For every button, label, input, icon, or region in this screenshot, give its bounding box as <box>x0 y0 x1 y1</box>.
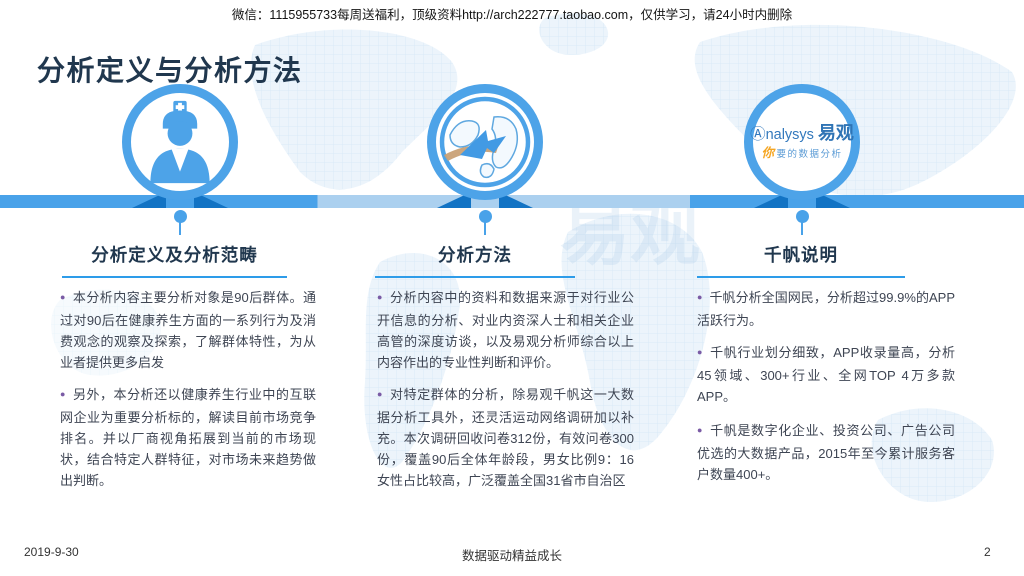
circle-badge-qianfan: Ⓐnalysys 易观 你要的数据分析 <box>744 84 860 200</box>
bullet-dot-icon: ● <box>60 292 66 302</box>
column-body-qianfan: ● 千帆分析全国网民，分析超过99.9%的APP活跃行为。 ● 千帆行业划分细致，A… <box>697 287 955 496</box>
bullet-paragraph: ● 另外，本分析还以健康养生行业中的互联网企业为重要分析标的，解读目前市场竞争排名… <box>60 384 316 491</box>
timeline-pin-stem <box>801 222 803 235</box>
bullet-text: 本分析内容主要分析对象是90后群体。通过对90后在健康养生方面的一系列行为及消费… <box>60 290 316 370</box>
bullet-dot-icon: ● <box>60 389 66 399</box>
logo-tagline-highlight: 你 <box>761 145 776 160</box>
column-heading-qianfan: 千帆说明 <box>697 242 905 278</box>
bullet-text: 千帆分析全国网民，分析超过99.9%的APP活跃行为。 <box>697 290 956 328</box>
bullet-paragraph: ● 千帆行业划分细致，APP收录量高，分析45领域、300+行业、全网TOP 4万… <box>697 342 955 407</box>
bullet-text: 千帆行业划分细致，APP收录量高，分析45领域、300+行业、全网TOP 4万多… <box>697 345 956 404</box>
bullet-dot-icon: ● <box>377 389 384 399</box>
analysys-logo-brand: Ⓐnalysys 易观 <box>750 122 854 144</box>
logo-brand-latin: nalysys <box>765 126 814 143</box>
bullet-text: 分析内容中的资料和数据来源于对行业公开信息的分析、对业内资深人士和相关企业高管的… <box>377 290 634 370</box>
bullet-dot-icon: ● <box>697 425 704 435</box>
presentation-slide: 易观 微信：1115955733每周送福利，顶级资料http://arch222… <box>0 0 1024 576</box>
timeline-pin-stem <box>179 222 181 235</box>
footer-page-number: 2 <box>984 545 991 559</box>
logo-tagline-rest: 要的数据分析 <box>776 148 843 160</box>
bullet-paragraph: ● 分析内容中的资料和数据来源于对行业公开信息的分析、对业内资深人士和相关企业高管… <box>377 287 634 373</box>
logo-brand-chinese: 易观 <box>817 122 854 143</box>
watermark-top-text: 微信：1115955733每周送福利，顶级资料http://arch222777… <box>231 8 793 22</box>
bullet-dot-icon: ● <box>697 292 703 302</box>
globe-arrow-icon <box>439 96 531 188</box>
column-body-definition: ● 本分析内容主要分析对象是90后群体。通过对90后在健康养生方面的一系列行为及消… <box>60 287 316 502</box>
column-heading-method: 分析方法 <box>375 242 575 278</box>
bullet-text: 另外，本分析还以健康养生行业中的互联网企业为重要分析标的，解读目前市场竞争排名。… <box>60 387 316 488</box>
bullet-paragraph: ● 千帆分析全国网民，分析超过99.9%的APP活跃行为。 <box>697 287 955 331</box>
circle-badge-definition <box>122 84 238 200</box>
analysys-logo: Ⓐnalysys 易观 你要的数据分析 <box>750 122 854 161</box>
footer-motto: 数据驱动精益成长 <box>461 549 562 563</box>
nurse-icon <box>150 100 210 184</box>
bullet-text: 对特定群体的分析，除易观千帆这一大数据分析工具外，还灵活运动网络调研加以补充。本… <box>377 387 634 488</box>
bullet-paragraph: ● 本分析内容主要分析对象是90后群体。通过对90后在健康养生方面的一系列行为及消… <box>60 287 316 373</box>
timeline-pin-stem <box>484 222 486 235</box>
logo-swirl-a-icon: Ⓐ <box>750 125 766 143</box>
bullet-dot-icon: ● <box>377 292 384 302</box>
bullet-paragraph: ● 千帆是数字化企业、投资公司、广告公司优选的大数据产品，2015年至今累计服务客… <box>697 420 955 485</box>
column-heading-definition: 分析定义及分析范畴 <box>62 242 287 278</box>
page-title: 分析定义与分析方法 <box>37 54 303 86</box>
circle-badge-method <box>427 84 543 200</box>
bullet-dot-icon: ● <box>697 347 704 357</box>
analysys-logo-tagline: 你要的数据分析 <box>750 145 854 161</box>
column-body-method: ● 分析内容中的资料和数据来源于对行业公开信息的分析、对业内资深人士和相关企业高管… <box>377 287 634 502</box>
bullet-paragraph: ● 对特定群体的分析，除易观千帆这一大数据分析工具外，还灵活运动网络调研加以补充。… <box>377 384 634 491</box>
bullet-text: 千帆是数字化企业、投资公司、广告公司优选的大数据产品，2015年至今累计服务客户… <box>697 423 955 482</box>
